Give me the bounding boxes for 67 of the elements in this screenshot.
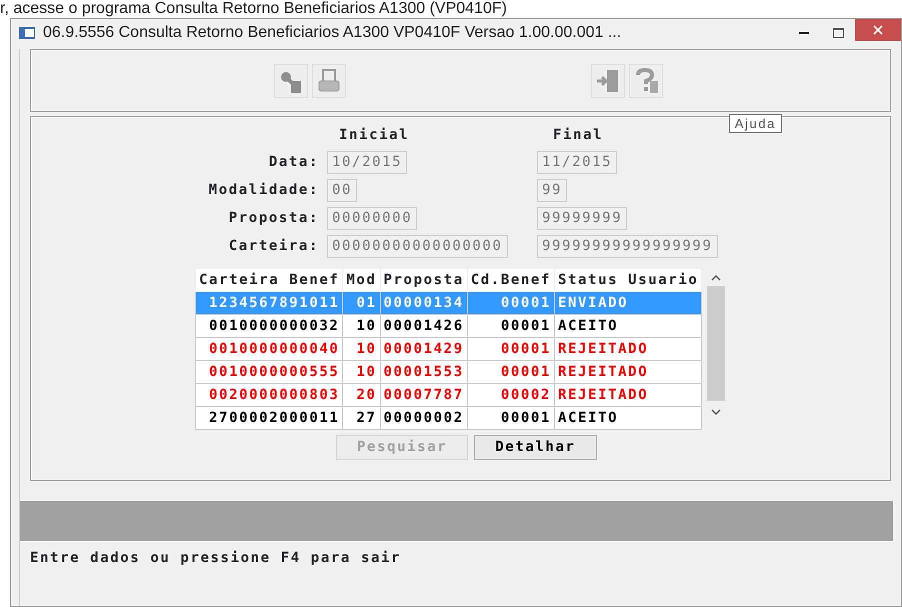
table-cell: 00001429 xyxy=(380,338,468,360)
input-field[interactable]: 10/2015 xyxy=(327,151,408,174)
input-field[interactable]: 00000000000000000 xyxy=(327,235,508,258)
tooltip: Ajuda xyxy=(728,114,782,133)
caption-text: r, acesse o programa Consulta Retorno Beneficiarios A1300 (VP0410F) xyxy=(0,0,508,18)
column-heading: Inicial xyxy=(339,127,410,143)
app-icon xyxy=(19,27,35,39)
column-header: Proposta xyxy=(380,268,468,292)
table-cell: 10 xyxy=(342,360,380,384)
table-row[interactable]: 2700002000011 27 00000002 00001 ACEITO xyxy=(196,406,702,430)
table-cell: 00000002 xyxy=(380,406,468,430)
input-field[interactable]: 11/2015 xyxy=(537,151,618,174)
status-text: Entre dados ou pressione F4 para sair xyxy=(30,550,402,566)
close-button[interactable] xyxy=(855,19,901,41)
table-cell: 0010000000040 xyxy=(196,338,343,360)
action-button[interactable]: Detalhar xyxy=(474,435,596,460)
close-icon xyxy=(873,25,883,35)
table-cell: 00002 xyxy=(467,384,554,406)
column-heading: Final xyxy=(553,127,604,143)
table-row[interactable]: 0020000000803 20 00007787 00002 REJEITADO xyxy=(196,384,702,406)
table-cell: ENVIADO xyxy=(554,292,702,314)
table-cell: ACEITO xyxy=(554,406,702,430)
scroll-down-icon[interactable] xyxy=(711,408,722,416)
column-header: Carteira Benef xyxy=(196,268,343,292)
table-cell: 0010000000032 xyxy=(196,314,343,338)
table-cell: 00001553 xyxy=(380,360,468,384)
table-cell: 00001 xyxy=(467,406,554,430)
table-cell: 00001 xyxy=(467,360,554,384)
table-cell: 00000134 xyxy=(380,292,468,314)
table-cell: 00007787 xyxy=(380,384,468,406)
table-cell: 10 xyxy=(342,314,380,338)
table-cell: 1234567891011 xyxy=(196,292,343,314)
table-cell: 00001426 xyxy=(380,314,468,338)
table-cell: REJEITADO xyxy=(554,360,702,384)
input-field[interactable]: 99 xyxy=(537,179,568,202)
table-cell: REJEITADO xyxy=(554,384,702,406)
input-field[interactable]: 00 xyxy=(327,179,358,202)
column-header: Status Usuario xyxy=(554,268,702,292)
table-row[interactable]: 0010000000032 10 00001426 00001 ACEITO xyxy=(196,314,702,338)
minimize-icon xyxy=(799,32,809,34)
table-row[interactable]: 0010000000040 10 00001429 00001 REJEITADO xyxy=(196,338,702,360)
input-field[interactable]: 00000000 xyxy=(327,207,418,230)
column-header: Cd.Benef xyxy=(467,268,554,292)
table-cell: 0010000000555 xyxy=(196,360,343,384)
table-cell: 00001 xyxy=(467,292,554,314)
window-title: 06.9.5556 Consulta Retorno Beneficiarios A1300 VP0410F Versao 1.00.00.001 ... xyxy=(43,24,622,42)
table-cell: ACEITO xyxy=(554,314,702,338)
table-cell: 01 xyxy=(342,292,380,314)
field-label: Modalidade: xyxy=(208,182,319,198)
table-cell: 20 xyxy=(342,384,380,406)
field-label: Proposta: xyxy=(228,210,319,226)
table-cell: 00001 xyxy=(467,338,554,360)
maximize-icon xyxy=(832,28,844,38)
scroll-up-icon[interactable] xyxy=(711,274,722,282)
table-cell: 0020000000803 xyxy=(196,384,343,406)
table-cell: 00001 xyxy=(467,314,554,338)
table-row[interactable]: 1234567891011 01 00000134 00001 ENVIADO xyxy=(196,292,702,314)
input-field[interactable]: 99999999 xyxy=(537,207,628,230)
table-cell: 27 xyxy=(342,406,380,430)
table-cell: 10 xyxy=(342,338,380,360)
column-header: Mod xyxy=(342,268,380,292)
table-cell: 2700002000011 xyxy=(196,406,343,430)
input-field[interactable]: 99999999999999999 xyxy=(537,235,718,258)
field-label: Carteira: xyxy=(228,238,319,254)
field-label: Data: xyxy=(268,154,319,170)
table-row[interactable]: 0010000000555 10 00001553 00001 REJEITADO xyxy=(196,360,702,384)
table-cell: REJEITADO xyxy=(554,338,702,360)
